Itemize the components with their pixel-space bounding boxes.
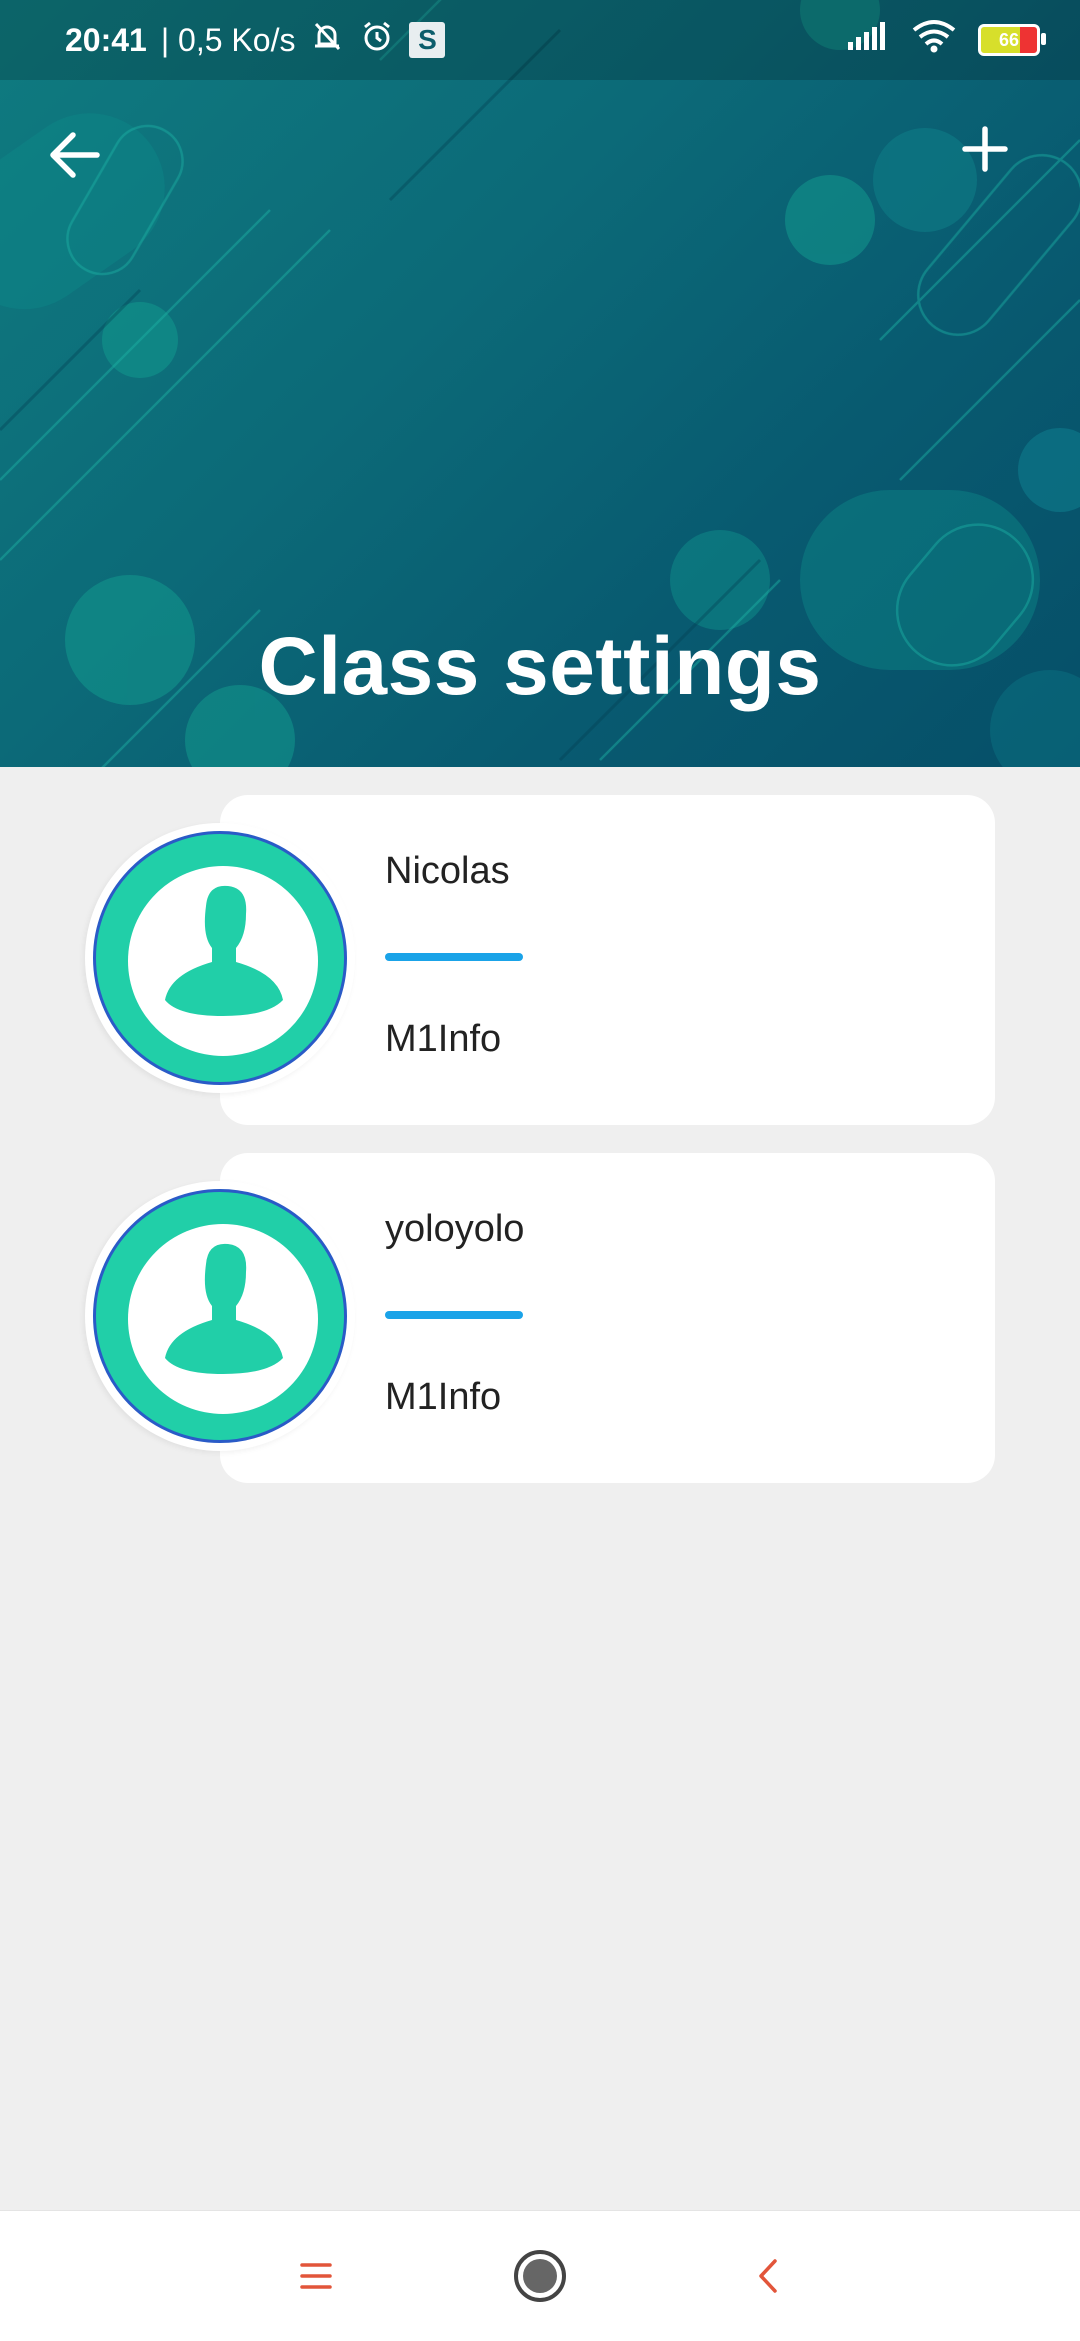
student-card[interactable]: yoloyolo M1Info bbox=[85, 1153, 1005, 1483]
system-nav-bar bbox=[0, 2210, 1080, 2341]
divider bbox=[385, 1311, 523, 1319]
plus-icon bbox=[962, 126, 1008, 172]
student-class: M1Info bbox=[385, 1018, 502, 1060]
back-button[interactable] bbox=[30, 110, 120, 200]
menu-icon bbox=[300, 2263, 332, 2289]
student-class: M1Info bbox=[385, 1376, 502, 1418]
add-student-button[interactable] bbox=[940, 104, 1030, 194]
home-button[interactable] bbox=[500, 2236, 580, 2316]
home-icon bbox=[514, 2250, 566, 2302]
signal-icon bbox=[846, 20, 890, 60]
header-banner: 20:41 | 0,5 Ko/s S 66 Class settings bbox=[0, 0, 1080, 767]
status-speed: | 0,5 Ko/s bbox=[160, 21, 296, 58]
back-chevron-icon bbox=[759, 2259, 777, 2293]
recents-button[interactable] bbox=[276, 2236, 356, 2316]
student-name: Nicolas bbox=[385, 850, 510, 892]
wifi-icon bbox=[912, 19, 956, 61]
student-name: yoloyolo bbox=[385, 1208, 525, 1250]
avatar bbox=[85, 823, 355, 1093]
arrow-left-icon bbox=[50, 132, 100, 178]
student-card[interactable]: Nicolas M1Info bbox=[85, 795, 1005, 1125]
battery-icon: 66 bbox=[978, 24, 1046, 56]
app-badge: S bbox=[409, 22, 446, 58]
system-back-button[interactable] bbox=[728, 2236, 808, 2316]
person-icon bbox=[165, 885, 283, 1016]
status-time: 20:41 bbox=[65, 21, 147, 58]
person-icon bbox=[165, 1243, 283, 1374]
divider bbox=[385, 953, 523, 961]
status-bar: 20:41 | 0,5 Ko/s S 66 bbox=[0, 0, 1080, 80]
alarm-icon bbox=[359, 18, 395, 62]
muted-bell-icon bbox=[309, 18, 345, 62]
battery-level: 66 bbox=[998, 29, 1020, 50]
avatar bbox=[85, 1181, 355, 1451]
page-title: Class settings bbox=[258, 621, 822, 712]
